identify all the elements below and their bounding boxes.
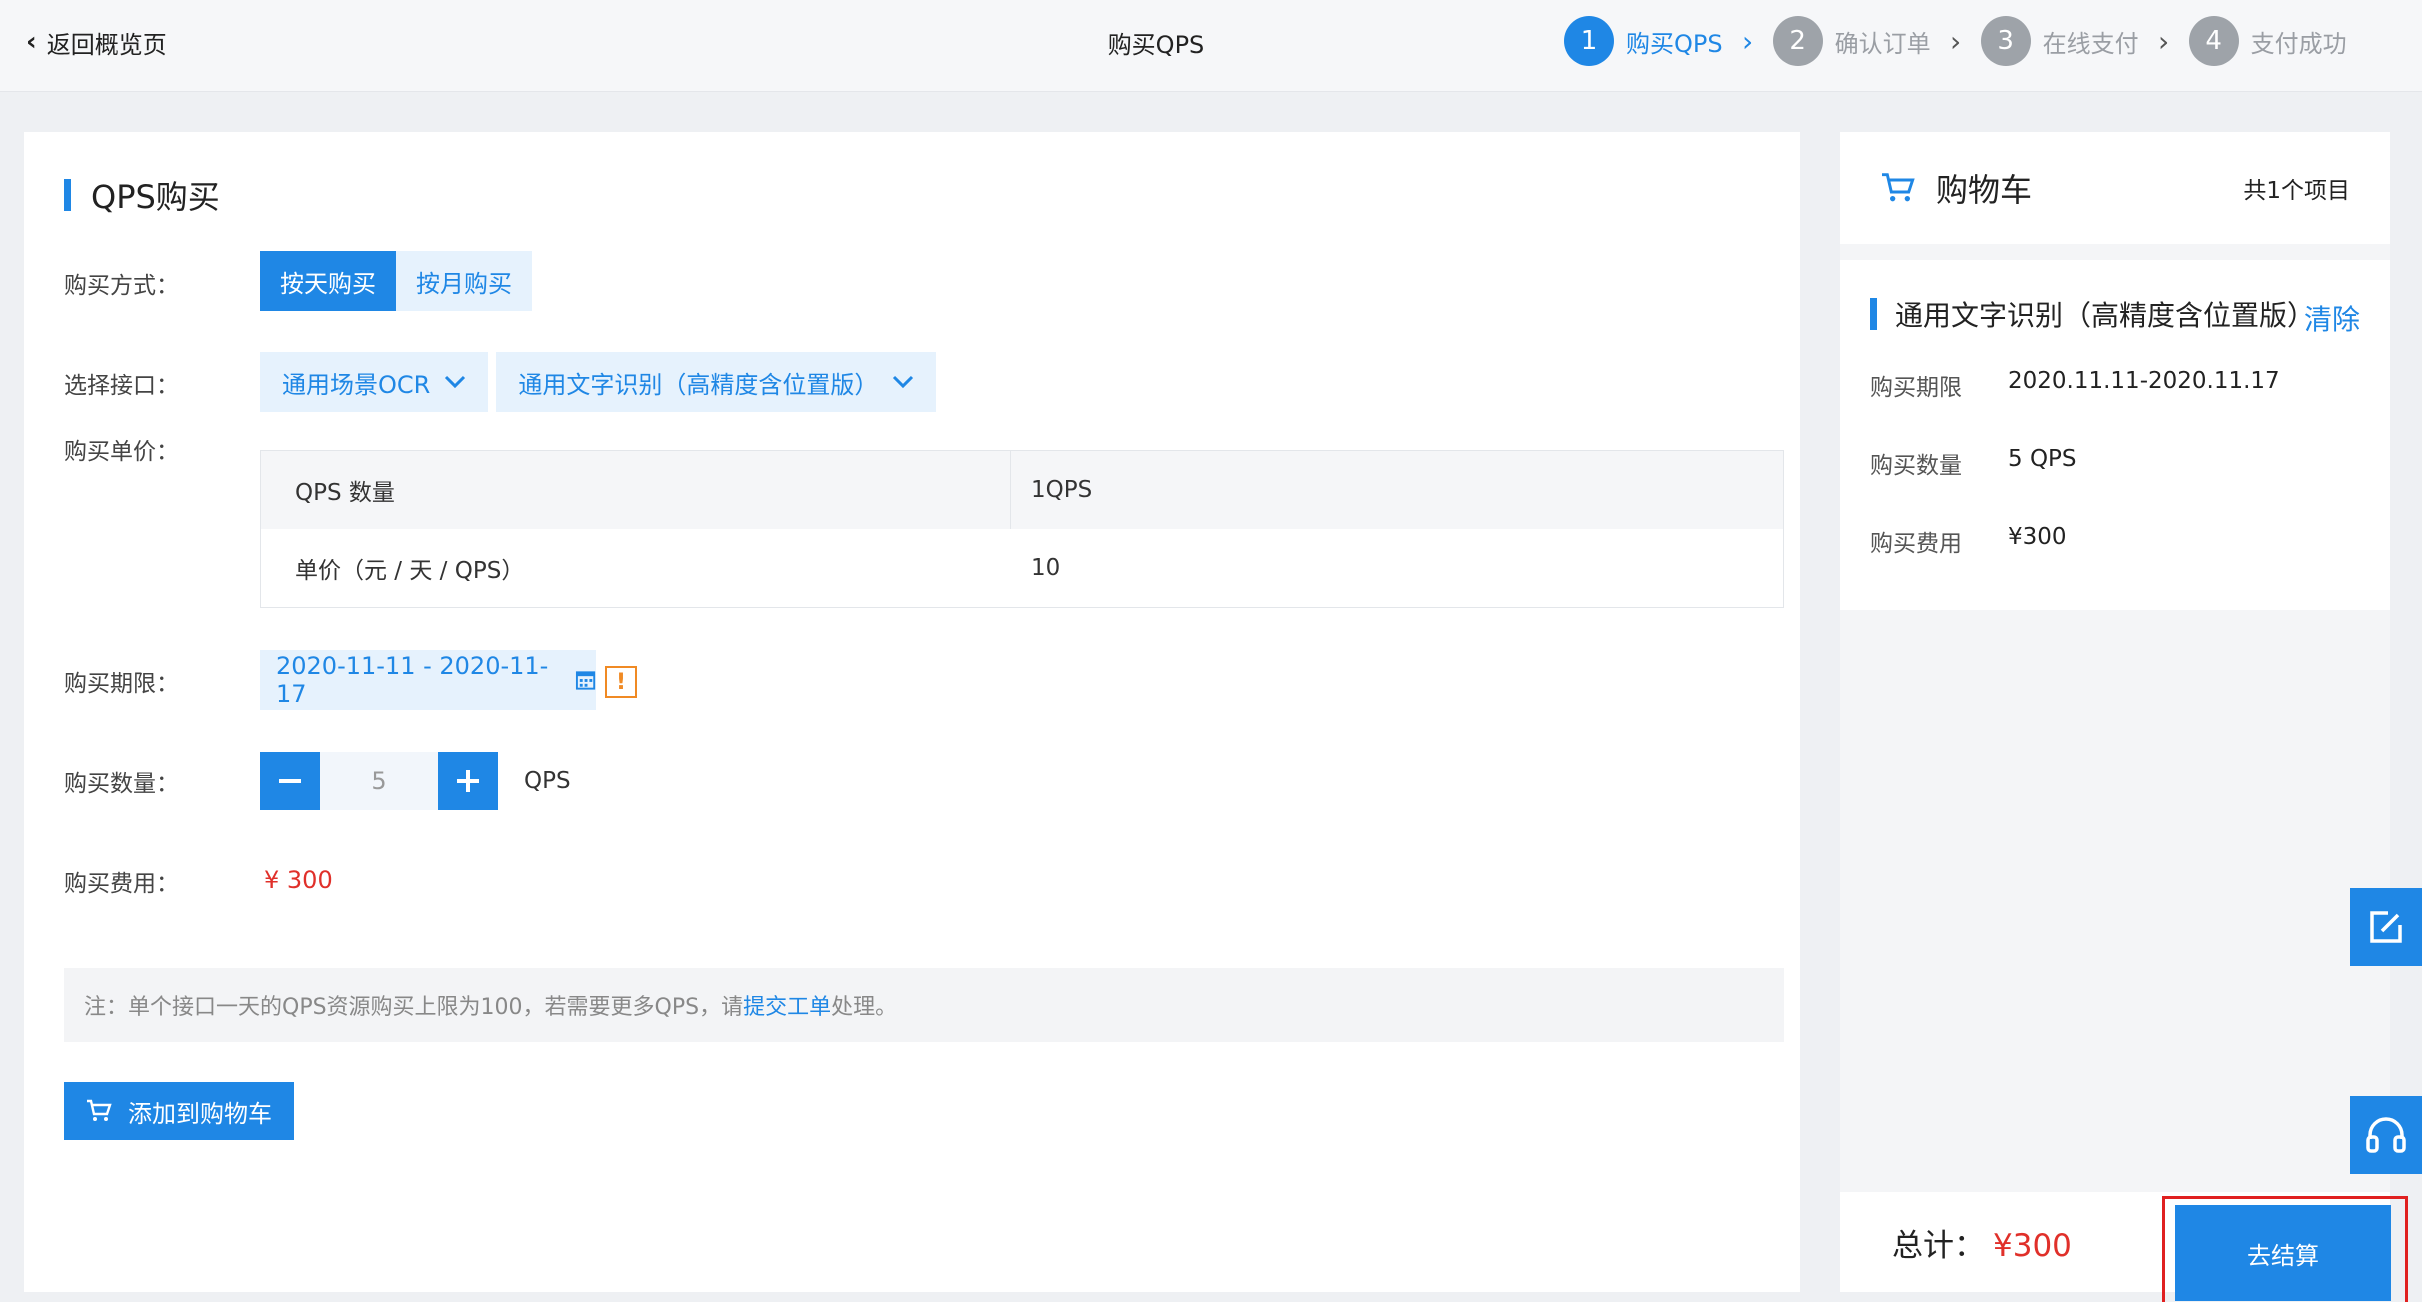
cart-item-title: 通用文字识别（高精度含位置版） — [1870, 294, 2315, 334]
cart-footer: 总计： ¥300 去结算 — [1840, 1192, 2408, 1302]
api-name-value: 通用文字识别（高精度含位置版） — [518, 370, 879, 399]
checkout-steps: 1 购买QPS › 2 确认订单 › 3 在线支付 › 4 支付成功 — [1564, 14, 2347, 68]
cart-icon — [1882, 173, 1915, 202]
cart-header: 购物车 共1个项目 — [1840, 132, 2390, 244]
title-accent-bar — [1870, 298, 1877, 330]
cart-quantity-label: 购买数量 — [1870, 453, 1962, 479]
headset-icon — [2366, 1117, 2406, 1153]
quantity-unit: QPS — [524, 768, 571, 794]
note-text: 注：单个接口一天的QPS资源购买上限为100，若需要更多QPS，请 — [84, 995, 744, 1020]
api-category-select[interactable]: 通用场景OCR — [260, 352, 489, 412]
quantity-stepper: QPS — [260, 752, 571, 810]
period-label: 购买期限： — [64, 671, 179, 697]
cart-quantity-value: 5 QPS — [2008, 446, 2077, 472]
warning-icon[interactable]: ! — [605, 666, 637, 698]
api-name-select[interactable]: 通用文字识别（高精度含位置版） — [496, 352, 937, 412]
quantity-input[interactable] — [320, 752, 438, 810]
top-bar: ‹ 返回概览页 购买QPS 1 购买QPS › 2 确认订单 › 3 在线支付 … — [0, 0, 2422, 92]
step-label: 在线支付 — [2042, 29, 2139, 58]
step-pay-success: 4 支付成功 — [2188, 16, 2347, 66]
quantity-label: 购买数量： — [64, 771, 179, 797]
step-number: 3 — [1980, 16, 2031, 66]
chevron-down-icon — [445, 375, 466, 389]
back-label: 返回概览页 — [46, 30, 167, 59]
method-label: 购买方式： — [64, 273, 179, 299]
cart-fee-row: 购买费用 ¥300 — [1870, 524, 2067, 558]
page-title: 购买QPS — [1107, 30, 1205, 59]
chevron-right-icon: › — [2158, 24, 2170, 58]
edit-icon — [2370, 911, 2402, 943]
by-day-button[interactable]: 按天购买 — [260, 251, 396, 311]
title-accent-bar — [64, 179, 71, 211]
chevron-down-icon — [893, 375, 914, 389]
cart-quantity-row: 购买数量 5 QPS — [1870, 446, 2077, 480]
submit-ticket-link[interactable]: 提交工单 — [743, 989, 831, 1021]
feedback-button[interactable] — [2350, 888, 2422, 966]
by-month-button[interactable]: 按月购买 — [396, 251, 532, 311]
cart-fee-label: 购买费用 — [1870, 531, 1962, 557]
cart-period-value: 2020.11.11-2020.11.17 — [2008, 368, 2280, 394]
table-header-row: QPS 数量 1QPS — [261, 451, 1783, 529]
table-cell: QPS 数量 — [261, 451, 1011, 529]
cart-fee-value: ¥300 — [2008, 524, 2067, 550]
decrement-button[interactable] — [260, 752, 320, 810]
step-label: 购买QPS — [1626, 29, 1723, 58]
api-label: 选择接口： — [64, 373, 179, 399]
fee-value: ¥ 300 — [264, 866, 333, 894]
step-online-pay: 3 在线支付 — [1980, 16, 2139, 66]
fee-label: 购买费用： — [64, 871, 179, 897]
step-number: 4 — [2188, 16, 2239, 66]
step-number: 1 — [1564, 16, 1614, 66]
chevron-left-icon: ‹ — [26, 27, 37, 57]
cart-count: 共1个项目 — [2243, 178, 2350, 204]
api-category-value: 通用场景OCR — [282, 370, 431, 399]
calendar-icon — [575, 671, 596, 690]
date-range-value: 2020-11-11 - 2020-11-17 — [276, 652, 549, 708]
section-title: QPS购买 — [64, 172, 220, 218]
purchase-method-toggle: 按天购买 按月购买 — [260, 251, 532, 311]
table-cell: 单价（元 / 天 / QPS） — [295, 558, 525, 584]
section-title-text: QPS购买 — [91, 178, 220, 216]
checkout-button[interactable]: 去结算 — [2175, 1205, 2391, 1301]
note-text-end: 处理。 — [831, 995, 898, 1020]
checkout-highlight: 去结算 — [2162, 1196, 2408, 1302]
minus-icon — [279, 779, 301, 783]
cart-period-row: 购买期限 2020.11.11-2020.11.17 — [1870, 368, 2280, 402]
table-cell: 1QPS — [1031, 477, 1093, 503]
step-confirm-order: 2 确认订单 — [1772, 16, 1931, 66]
back-link[interactable]: ‹ 返回概览页 — [26, 0, 167, 84]
cart-title: 购物车 — [1936, 171, 2033, 209]
api-selectors: 通用场景OCR 通用文字识别（高精度含位置版） — [260, 352, 937, 412]
note-banner: 注：单个接口一天的QPS资源购买上限为100，若需要更多QPS，请 提交工单 处理。 — [64, 968, 1784, 1042]
add-to-cart-button[interactable]: 添加到购物车 — [64, 1082, 294, 1140]
total-value: ¥300 — [1993, 1228, 2072, 1264]
chevron-right-icon: › — [1950, 24, 1962, 58]
date-range-picker[interactable]: 2020-11-11 - 2020-11-17 — [260, 650, 596, 710]
total-label: 总计： — [1892, 1228, 1985, 1264]
cart-item: 通用文字识别（高精度含位置版） 清除 购买期限 2020.11.11-2020.… — [1840, 260, 2390, 610]
table-row: 单价（元 / 天 / QPS） 10 — [261, 529, 1783, 607]
table-cell: 10 — [1031, 555, 1061, 581]
add-to-cart-label: 添加到购物车 — [128, 1099, 272, 1128]
price-table: QPS 数量 1QPS 单价（元 / 天 / QPS） 10 — [260, 450, 1784, 608]
unit-price-label: 购买单价： — [64, 439, 179, 465]
cart-total: 总计： ¥300 — [1892, 1220, 2072, 1265]
step-buy-qps: 1 购买QPS — [1564, 16, 1723, 66]
clear-link[interactable]: 清除 — [2304, 298, 2360, 338]
increment-button[interactable] — [438, 752, 498, 810]
support-button[interactable] — [2350, 1096, 2422, 1174]
step-number: 2 — [1772, 16, 1823, 66]
cart-item-name: 通用文字识别（高精度含位置版） — [1895, 299, 2316, 332]
plus-icon — [457, 770, 479, 792]
step-label: 支付成功 — [2250, 29, 2347, 58]
purchase-panel: QPS购买 购买方式： 按天购买 按月购买 选择接口： 通用场景OCR 通用文字… — [24, 132, 1800, 1292]
step-label: 确认订单 — [1834, 29, 1931, 58]
chevron-right-icon: › — [1742, 24, 1754, 58]
cart-icon — [87, 1099, 112, 1121]
shopping-cart-panel: 购物车 共1个项目 通用文字识别（高精度含位置版） 清除 购买期限 2020.1… — [1840, 132, 2408, 1302]
cart-period-label: 购买期限 — [1870, 375, 1962, 401]
